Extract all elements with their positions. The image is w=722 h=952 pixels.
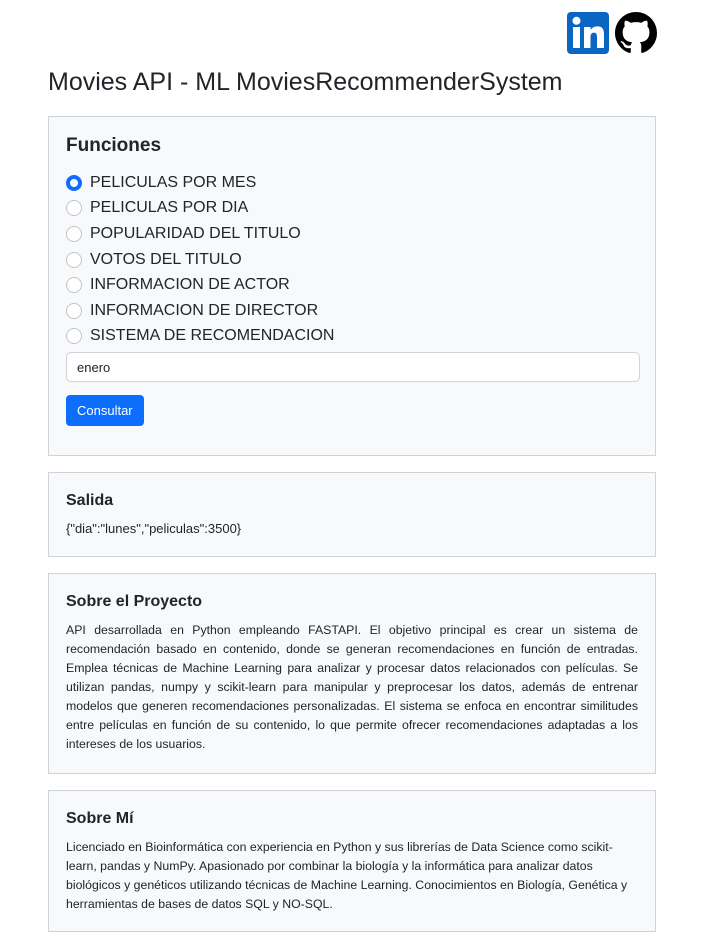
radio-sistema-de-recomendacion[interactable]: SISTEMA DE RECOMENDACION: [66, 324, 638, 350]
salida-title: Salida: [66, 492, 114, 509]
radio-label: SISTEMA DE RECOMENDACION: [90, 327, 335, 345]
funciones-radio-group: PELICULAS POR MES PELICULAS POR DIA POPU…: [66, 170, 638, 349]
query-input[interactable]: [66, 352, 640, 383]
radio-label: POPULARIDAD DEL TITULO: [90, 224, 301, 242]
github-icon[interactable]: [615, 12, 657, 54]
radio-peliculas-por-dia[interactable]: PELICULAS POR DIA: [66, 196, 638, 222]
radio-label: INFORMACION DE DIRECTOR: [90, 301, 319, 319]
salida-card: Salida {"dia":"lunes","peliculas":3500}: [48, 472, 656, 557]
radio-informacion-de-actor[interactable]: INFORMACION DE ACTOR: [66, 272, 638, 298]
funciones-card: Funciones PELICULAS POR MES PELICULAS PO…: [48, 116, 656, 456]
radio-popularidad-del-titulo[interactable]: POPULARIDAD DEL TITULO: [66, 221, 638, 247]
radio-button[interactable]: [66, 200, 82, 217]
page-title: Movies API - ML MoviesRecommenderSystem: [48, 68, 563, 96]
social-links: [567, 12, 657, 54]
sobre-mi-card: Sobre Mí Licenciado en Bioinformática co…: [48, 790, 656, 932]
radio-button[interactable]: [66, 225, 82, 242]
consultar-button[interactable]: Consultar: [66, 395, 144, 427]
proyecto-description: API desarrollada en Python empleando FAS…: [66, 623, 638, 751]
radio-button[interactable]: [66, 277, 82, 294]
funciones-title: Funciones: [66, 135, 162, 156]
radio-button[interactable]: [66, 302, 82, 319]
radio-button[interactable]: [66, 251, 82, 268]
proyecto-title: Sobre el Proyecto: [66, 593, 203, 610]
sobre-mi-title: Sobre Mí: [66, 810, 134, 827]
proyecto-card: Sobre el Proyecto API desarrollada en Py…: [48, 573, 656, 774]
linkedin-icon[interactable]: [567, 12, 609, 54]
salida-output: {"dia":"lunes","peliculas":3500}: [66, 521, 242, 536]
radio-votos-del-titulo[interactable]: VOTOS DEL TITULO: [66, 247, 638, 273]
radio-informacion-de-director[interactable]: INFORMACION DE DIRECTOR: [66, 298, 638, 324]
radio-label: PELICULAS POR DIA: [90, 199, 249, 217]
radio-peliculas-por-mes[interactable]: PELICULAS POR MES: [66, 170, 638, 196]
radio-button[interactable]: [66, 328, 82, 345]
radio-button[interactable]: [66, 174, 82, 191]
sobre-mi-description: Licenciado en Bioinformática con experie…: [66, 840, 628, 911]
radio-label: INFORMACION DE ACTOR: [90, 276, 290, 294]
radio-label: VOTOS DEL TITULO: [90, 250, 242, 268]
radio-label: PELICULAS POR MES: [90, 173, 257, 191]
